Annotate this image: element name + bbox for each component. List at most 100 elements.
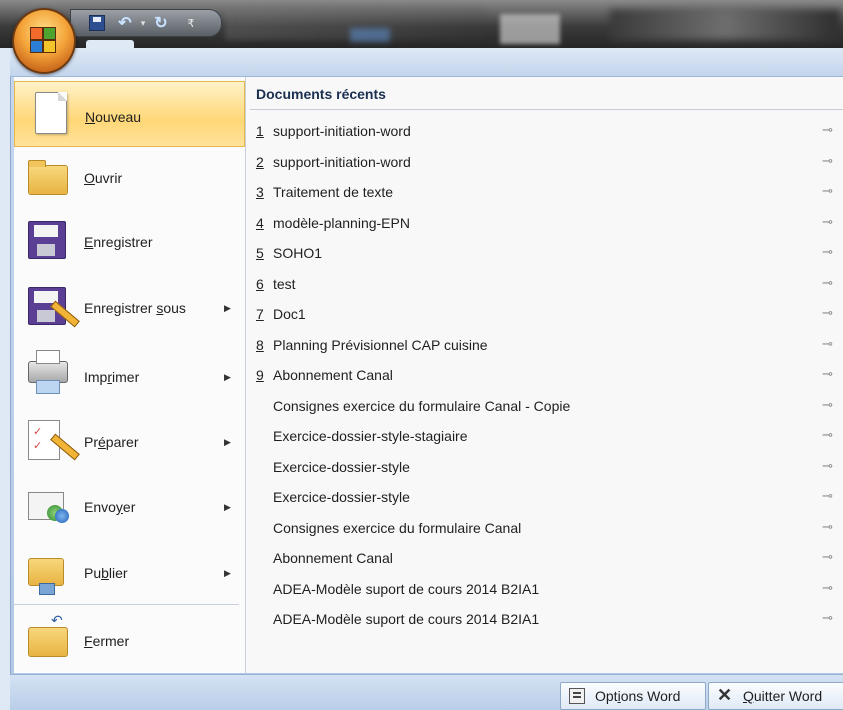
redo-icon[interactable]: ↻ [151,14,171,32]
ribbon-tab-stub [86,40,134,48]
recent-document-name: Exercice-dossier-style [273,458,410,475]
submenu-arrow-icon: ▶ [224,568,231,578]
prepare-icon [28,420,80,461]
pin-icon[interactable]: ⊸ [822,580,833,596]
pin-icon[interactable]: ⊸ [822,610,833,626]
submenu-arrow-icon: ▶ [224,372,231,382]
menu-item-label: Enregistrer sous [84,300,186,316]
recent-document-item[interactable]: 6 test ⊸ [246,270,843,301]
options-icon [569,688,585,704]
menu-item-imprimer[interactable]: Imprimer ▶ [14,341,245,407]
recent-document-name: ADEA-Modèle suport de cours 2014 B2IA1 [273,580,540,597]
menu-item-label: Imprimer [84,369,140,385]
publish-icon [28,558,64,595]
menu-item-enregistrer[interactable]: Enregistrer [14,209,245,275]
recent-document-item[interactable]: 5 SOHO1 ⊸ [246,239,843,270]
office-menu-top [10,50,843,77]
submenu-arrow-icon: ▶ [224,502,231,512]
recent-document-name: support-initiation-word [273,153,411,170]
recent-document-item[interactable]: 7 Doc1 ⊸ [246,300,843,331]
submenu-arrow-icon: ▶ [224,303,231,313]
pin-icon[interactable]: ⊸ [822,153,833,169]
pin-icon[interactable]: ⊸ [822,519,833,535]
pin-icon[interactable]: ⊸ [822,549,833,565]
recent-document-item[interactable]: 8 Planning Prévisionnel CAP cuisine ⊸ [246,331,843,362]
pin-icon[interactable]: ⊸ [822,275,833,291]
pin-icon[interactable]: ⊸ [822,244,833,260]
menu-item-nouveau[interactable]: Nouveau [14,81,245,147]
customize-qat-icon[interactable]: ₹ [181,14,201,32]
save-as-icon [28,287,80,328]
undo-icon[interactable]: ↶ [115,14,135,32]
exit-word-button[interactable]: ✕ Quitter Word [708,682,843,710]
pin-icon[interactable]: ⊸ [822,214,833,230]
office-logo [30,27,56,53]
recent-document-number: 7 [256,306,264,322]
recent-document-item[interactable]: ADEA-Modèle suport de cours 2014 B2IA1 ⊸ [246,605,843,636]
recent-document-name: modèle-planning-EPN [273,214,410,231]
recent-document-number: 5 [256,245,264,261]
menu-item-label: Préparer [84,434,139,450]
recent-document-item[interactable]: 4 modèle-planning-EPN ⊸ [246,209,843,240]
title-bar: ↶ ▾ ↻ ₹ [0,0,843,48]
recent-document-item[interactable]: 3 Traitement de texte ⊸ [246,178,843,209]
undo-dropdown-icon[interactable]: ▾ [133,14,153,32]
pencil-icon [50,300,80,328]
submenu-arrow-icon: ▶ [224,437,231,447]
menu-item-label: Ouvrir [84,170,123,186]
command-list: Nouveau Ouvrir Enregistrer Enregistrer s… [14,77,246,673]
office-button[interactable] [12,8,76,74]
word-options-label: Options Word [595,688,681,704]
word-options-button[interactable]: Options Word [560,682,706,710]
recent-document-number: 2 [256,153,264,170]
menu-item-ouvrir[interactable]: Ouvrir [14,145,245,211]
recent-document-name: ADEA-Modèle suport de cours 2014 B2IA1 [273,611,540,627]
pencil-icon [50,433,80,461]
recent-document-item[interactable]: 1 support-initiation-word ⊸ [246,117,843,148]
recent-document-item[interactable]: Exercice-dossier-style-stagiaire ⊸ [246,422,843,453]
recent-document-name: Traitement de texte [273,184,394,200]
new-document-icon [35,92,67,134]
menu-item-preparer[interactable]: Préparer ▶ [14,408,245,474]
menu-item-label: Publier [84,565,128,581]
pin-icon[interactable]: ⊸ [822,305,833,321]
pin-icon[interactable]: ⊸ [822,488,833,504]
blurred-area [500,14,560,44]
recent-document-item[interactable]: Consignes exercice du formulaire Canal ⊸ [246,514,843,545]
pin-icon[interactable]: ⊸ [822,458,833,474]
recent-document-name: Consignes exercice du formulaire Canal -… [273,397,571,414]
recent-document-item[interactable]: Exercice-dossier-style ⊸ [246,483,843,514]
menu-item-envoyer[interactable]: Envoyer ▶ [14,474,245,540]
blurred-area [610,10,840,40]
close-x-icon: ✕ [717,685,733,705]
recent-document-name: Abonnement Canal [273,550,393,566]
recent-document-name: support-initiation-word [273,123,411,139]
recent-document-item[interactable]: Consignes exercice du formulaire Canal -… [246,392,843,423]
recent-document-item[interactable]: ADEA-Modèle suport de cours 2014 B2IA1 ⊸ [246,575,843,606]
pin-icon[interactable]: ⊸ [822,122,833,138]
menu-item-label: Enregistrer [84,234,153,250]
recent-document-name: test [273,275,296,292]
recent-document-name: Planning Prévisionnel CAP cuisine [273,336,488,353]
blurred-area [350,28,390,42]
menu-item-enregistrer-sous[interactable]: Enregistrer sous ▶ [14,275,245,341]
pin-icon[interactable]: ⊸ [822,366,833,382]
pin-icon[interactable]: ⊸ [822,427,833,443]
recent-document-item[interactable]: 9 Abonnement Canal ⊸ [246,361,843,392]
menu-item-publier[interactable]: Publier ▶ [14,540,245,606]
recent-document-number: 8 [256,336,264,353]
pin-icon[interactable]: ⊸ [822,336,833,352]
recent-document-name: Abonnement Canal [273,367,393,383]
recent-document-item[interactable]: Abonnement Canal ⊸ [246,544,843,575]
recent-document-item[interactable]: Exercice-dossier-style ⊸ [246,453,843,484]
recent-document-number: 1 [256,123,264,139]
menu-item-fermer[interactable]: Fermer [14,607,245,673]
recent-document-number: 6 [256,275,264,292]
recent-document-item[interactable]: 2 support-initiation-word ⊸ [246,148,843,179]
pin-icon[interactable]: ⊸ [822,183,833,199]
recent-document-number: 3 [256,184,264,200]
recent-document-name: Consignes exercice du formulaire Canal [273,519,522,536]
pin-icon[interactable]: ⊸ [822,397,833,413]
recent-document-number: 9 [256,367,264,383]
save-icon[interactable] [87,14,107,32]
